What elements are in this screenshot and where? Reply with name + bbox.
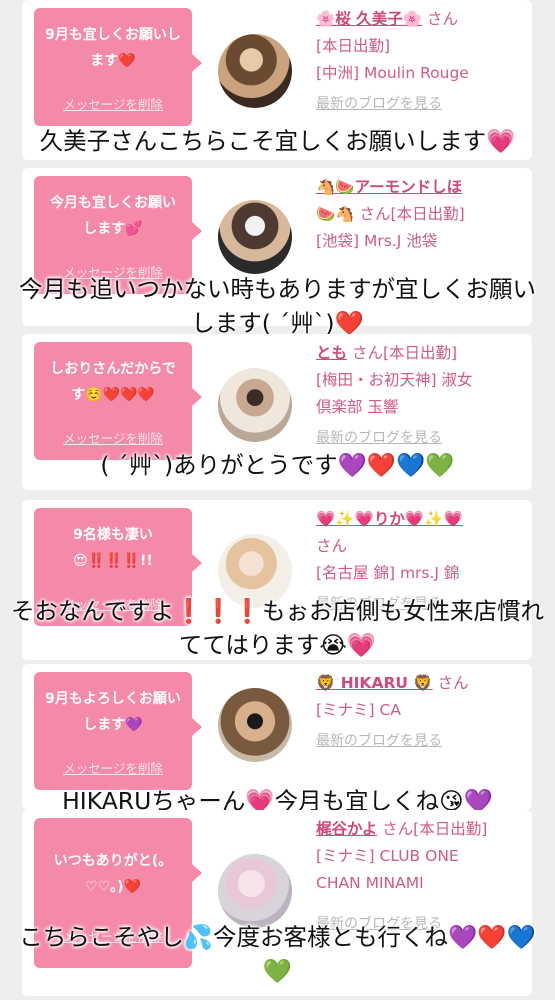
sender-info: 🌸桜 久美子🌸 さん [本日出勤] [中洲] Moulin Rouge 最新のブ… bbox=[316, 6, 522, 118]
reply-comment: ( ´艸`)ありがとうです💜❤️💙💚 bbox=[100, 451, 455, 479]
sender-info: とも さん[本日出勤] [梅田・お初天神] 淑女 倶楽部 玉響 最新のブログを見… bbox=[316, 340, 522, 452]
sender-shop: [中洲] Moulin Rouge bbox=[316, 64, 469, 82]
sender-name-link[interactable]: 梶谷かよ bbox=[316, 820, 377, 838]
sender-shop-line2: 倶楽部 玉響 bbox=[316, 398, 399, 416]
sender-shop: [名古屋 錦] mrs.J 錦 bbox=[316, 564, 460, 582]
sender-name-link[interactable]: 🌸桜 久美子🌸 bbox=[316, 10, 422, 28]
sender-name-link[interactable]: とも bbox=[316, 344, 347, 362]
sender-suffix: さん bbox=[437, 674, 469, 692]
latest-blog-link[interactable]: 最新のブログを見る bbox=[316, 91, 522, 118]
delete-message-link[interactable]: メッセージを削除 bbox=[34, 94, 192, 113]
sender-suffix: さん[本日出勤] bbox=[382, 820, 488, 838]
message-text: 今月も宜しくお願いします💕 bbox=[50, 195, 176, 237]
message-text: いつもありがと(。♡♡。)❤️ bbox=[53, 853, 173, 895]
sender-info: 🦁 HIKARU 🦁 さん [ミナミ] CA 最新のブログを見る bbox=[316, 670, 522, 755]
avatar[interactable] bbox=[218, 854, 292, 928]
message-bubble: しおりさんだからです☺️❤️❤️❤️ メッセージを削除 bbox=[34, 342, 202, 460]
message-text: 9月も宜しくお願いします❤️ bbox=[45, 27, 181, 69]
reply-comment: 久美子さんこちらこそ宜しくお願いします💗 bbox=[39, 127, 516, 155]
sender-shop: [梅田・お初天神] 淑女 bbox=[316, 371, 473, 389]
sender-shop: [ミナミ] CLUB ONE bbox=[316, 847, 459, 865]
latest-blog-link[interactable]: 最新のブログを見る bbox=[316, 728, 522, 755]
sender-suffix: さん bbox=[426, 10, 458, 28]
delete-message-link[interactable]: メッセージを削除 bbox=[34, 758, 192, 777]
avatar[interactable] bbox=[218, 200, 292, 274]
avatar[interactable] bbox=[218, 368, 292, 442]
sender-suffix: さん bbox=[316, 537, 348, 555]
reply-comment: こちらこそやし💦今度お客様とも行くね💜❤️💙💚 bbox=[19, 923, 536, 985]
sender-status: [本日出勤] bbox=[316, 37, 391, 55]
sender-shop-line2: CHAN MINAMI bbox=[316, 874, 424, 892]
message-bubble: 9月もよろしくお願いします💜 メッセージを削除 bbox=[34, 672, 202, 790]
avatar[interactable] bbox=[218, 34, 292, 108]
message-text: 9月もよろしくお願いします💜 bbox=[45, 691, 181, 733]
message-bubble: 9月も宜しくお願いします❤️ メッセージを削除 bbox=[34, 8, 202, 126]
sender-info: 🐴🍉アーモンドしほ 🍉🐴 さん[本日出勤] [池袋] Mrs.J 池袋 bbox=[316, 174, 522, 255]
sender-suffix: 🍉🐴 さん[本日出勤] bbox=[316, 205, 465, 223]
delete-message-link[interactable]: メッセージを削除 bbox=[34, 428, 192, 447]
sender-name-link[interactable]: 💗✨💗りか💗✨💗 bbox=[316, 510, 463, 528]
reply-comment: 今月も追いつかない時もありますが宜しくお願いします( ´艸`)❤️ bbox=[19, 275, 536, 337]
reply-comment: そおなんですよ❗️❗️❗️もぉお店側も女性来店慣れててはります😭💗 bbox=[10, 597, 545, 659]
message-text: しおりさんだからです☺️❤️❤️❤️ bbox=[50, 361, 176, 403]
avatar[interactable] bbox=[218, 688, 292, 762]
sender-shop: [池袋] Mrs.J 池袋 bbox=[316, 232, 438, 250]
sender-suffix: さん[本日出勤] bbox=[351, 344, 458, 362]
sender-name-link[interactable]: 🐴🍉アーモンドしほ bbox=[316, 178, 462, 196]
sender-name-link[interactable]: 🦁 HIKARU 🦁 bbox=[316, 674, 433, 692]
sender-shop: [ミナミ] CA bbox=[316, 701, 401, 719]
message-text: 9名様も凄い😍‼️‼️‼️!! bbox=[73, 527, 153, 569]
